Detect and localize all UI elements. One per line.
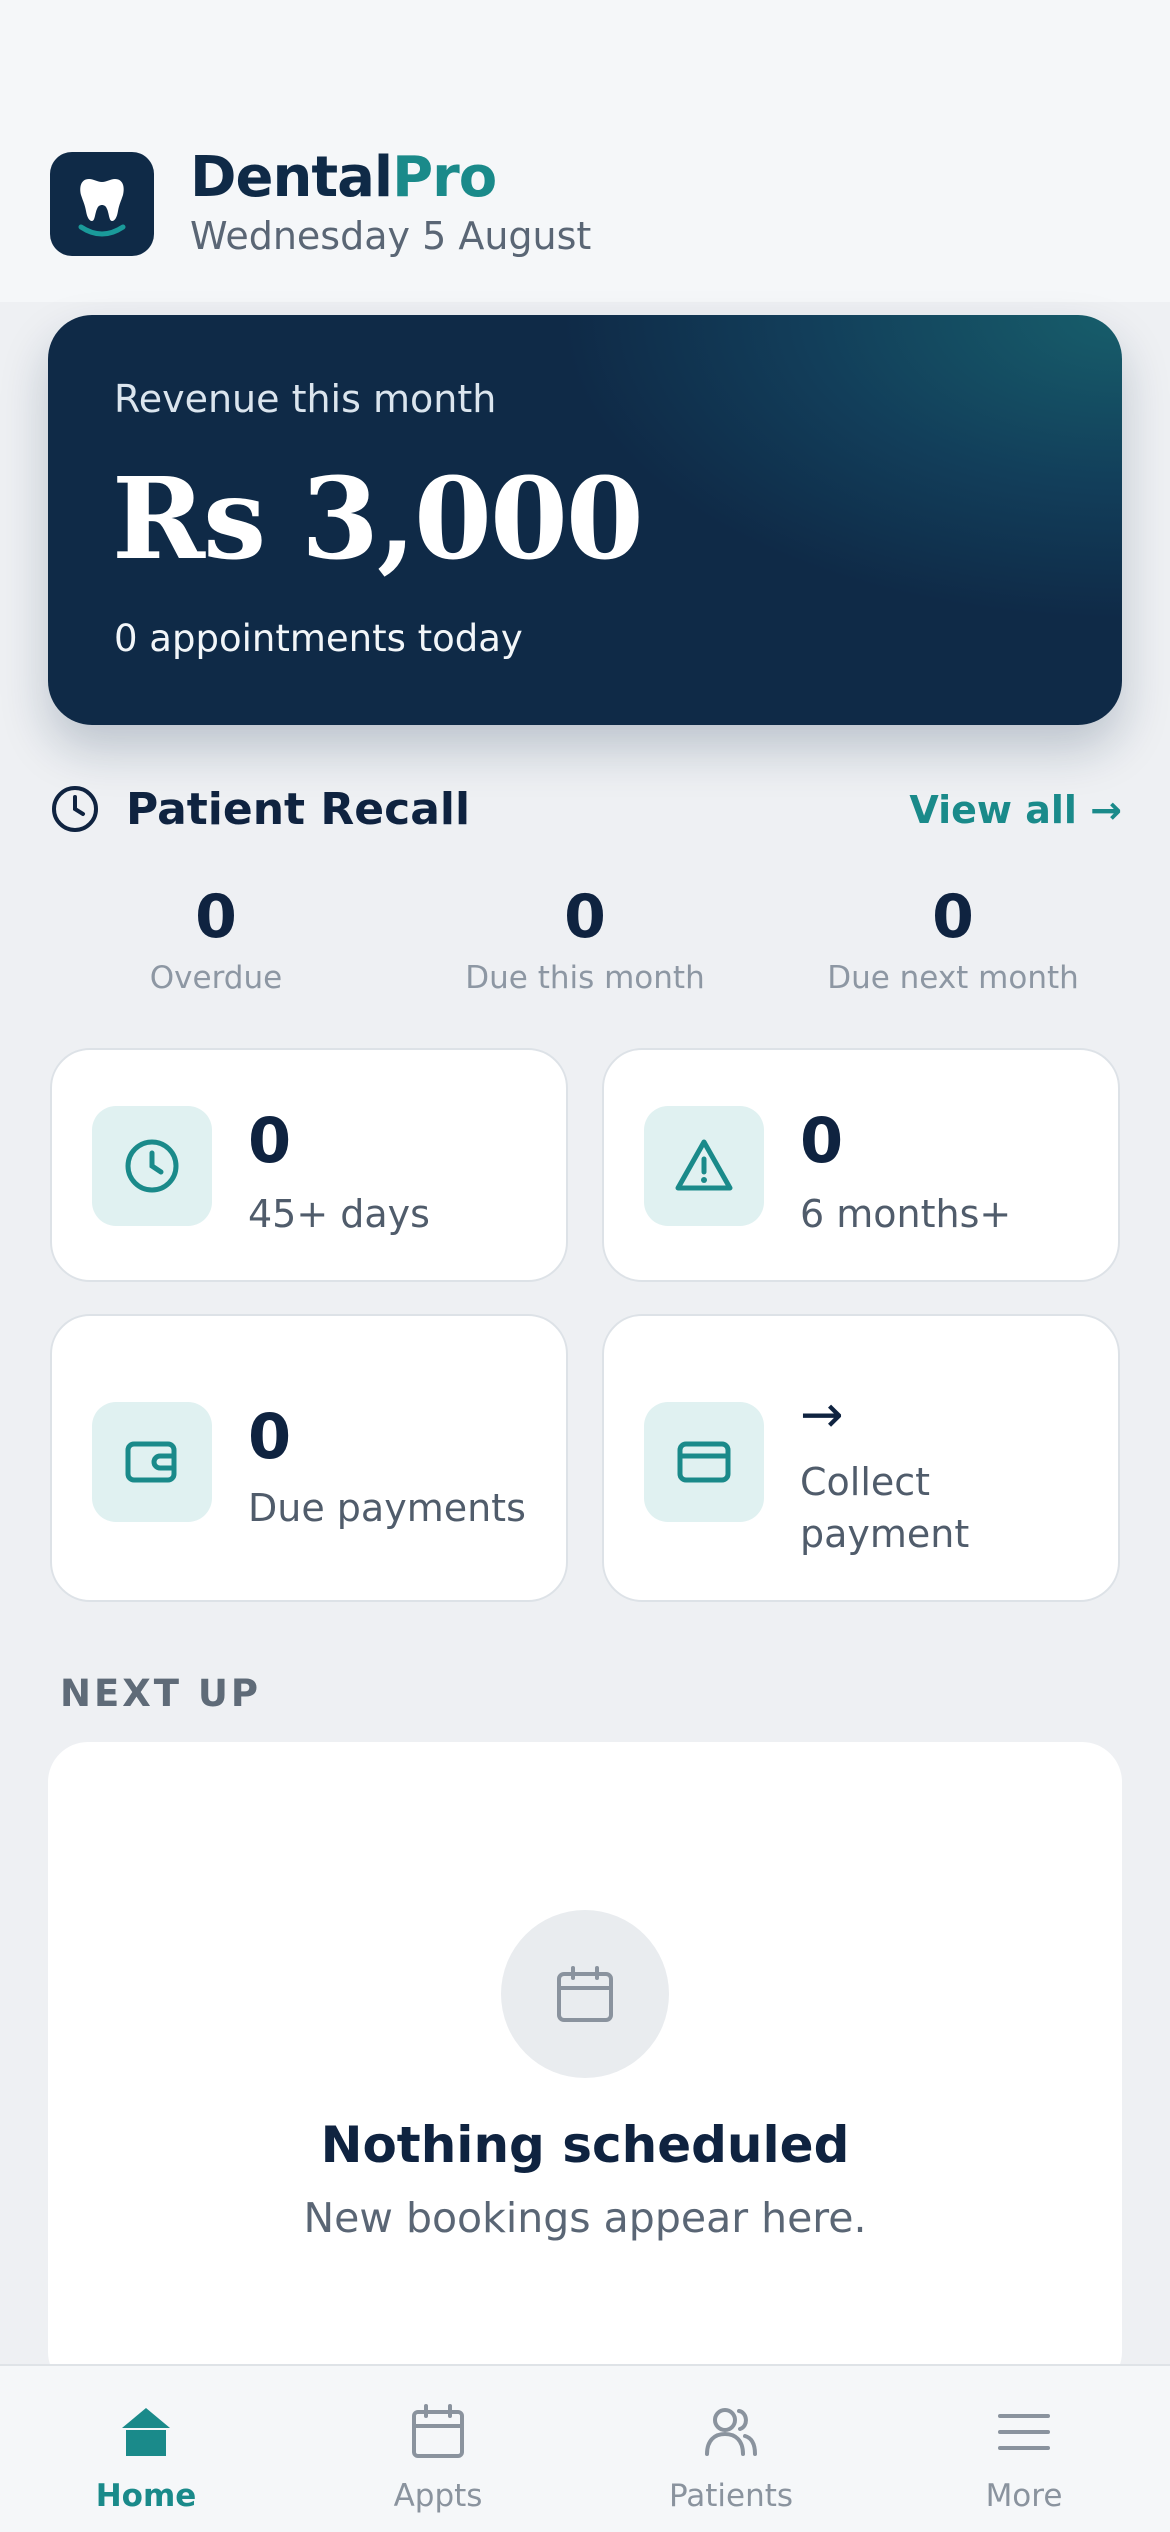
card-label-line1: Collect	[800, 1460, 931, 1504]
revenue-amount: Rs 3,000	[112, 454, 644, 585]
credit-card-icon	[677, 1441, 731, 1483]
card-value: 0	[800, 1104, 844, 1177]
calendar-icon	[398, 2392, 478, 2472]
current-date: Wednesday 5 August	[190, 214, 592, 258]
empty-state-icon-circle	[501, 1910, 669, 2078]
card-label: 45+ days	[248, 1192, 430, 1236]
stat-label: Overdue	[149, 960, 283, 996]
card-label: 6 months+	[800, 1192, 1012, 1236]
patient-recall-title: Patient Recall	[126, 784, 471, 835]
card-value: 0	[248, 1400, 292, 1473]
calendar-icon	[557, 1966, 613, 2022]
arrow-right-icon: →	[800, 1385, 844, 1445]
stat-value: 0	[195, 882, 237, 952]
card-label-line2: payment	[800, 1512, 970, 1556]
nav-label: More	[985, 2478, 1063, 2514]
stat-due-next-month[interactable]: 0 Due next month	[803, 880, 1103, 996]
stat-value: 0	[564, 882, 606, 952]
view-all-link[interactable]: View all →	[909, 788, 1122, 832]
clock-icon	[52, 786, 98, 832]
menu-icon	[984, 2392, 1064, 2472]
brand-part-pro: Pro	[392, 145, 497, 210]
section-label-next-up: NEXT UP	[60, 1672, 262, 1715]
nav-label: Appts	[393, 2478, 483, 2514]
clock-icon	[125, 1139, 179, 1193]
card-icon-box	[644, 1106, 764, 1226]
patient-recall-header: Patient Recall View all →	[50, 778, 1122, 844]
next-up-card: Nothing scheduled New bookings appear he…	[48, 1742, 1122, 2392]
empty-state-title: Nothing scheduled	[320, 2116, 850, 2174]
home-icon	[106, 2392, 186, 2472]
stat-due-this-month[interactable]: 0 Due this month	[435, 880, 735, 996]
card-45-days[interactable]: 0 45+ days	[50, 1048, 568, 1282]
nav-item-home[interactable]: Home	[0, 2366, 292, 2532]
bottom-nav: Home Appts Patients More	[0, 2364, 1170, 2532]
nav-item-patients[interactable]: Patients	[585, 2366, 877, 2532]
nav-item-appts[interactable]: Appts	[292, 2366, 584, 2532]
stat-label: Due next month	[827, 960, 1079, 996]
card-label: Due payments	[248, 1486, 526, 1530]
card-6-months[interactable]: 0 6 months+	[602, 1048, 1120, 1282]
revenue-card[interactable]: Revenue this month Rs 3,000 0 appointmen…	[48, 315, 1122, 725]
card-collect-payment[interactable]: → Collect payment	[602, 1314, 1120, 1602]
card-icon-box	[92, 1402, 212, 1522]
card-value: 0	[248, 1104, 292, 1177]
stat-label: Due this month	[465, 960, 705, 996]
wallet-icon	[125, 1441, 177, 1483]
card-icon-box	[644, 1402, 764, 1522]
app-header: DentalPro Wednesday 5 August	[0, 0, 1170, 302]
card-icon-box	[92, 1106, 212, 1226]
alert-triangle-icon	[675, 1139, 733, 1191]
nav-label: Home	[95, 2478, 197, 2514]
appointments-today: 0 appointments today	[114, 617, 523, 660]
tooth-icon	[78, 179, 126, 237]
stat-overdue[interactable]: 0 Overdue	[66, 880, 366, 996]
brand-part-dental: Dental	[190, 145, 393, 210]
revenue-label: Revenue this month	[114, 377, 497, 421]
brand-name: DentalPro	[190, 145, 497, 210]
stat-value: 0	[932, 882, 974, 952]
app-logo	[50, 152, 154, 256]
nav-item-more[interactable]: More	[878, 2366, 1170, 2532]
nav-label: Patients	[668, 2478, 794, 2514]
users-icon	[691, 2392, 771, 2472]
empty-state-subtitle: New bookings appear here.	[303, 2194, 867, 2242]
card-due-payments[interactable]: 0 Due payments	[50, 1314, 568, 1602]
